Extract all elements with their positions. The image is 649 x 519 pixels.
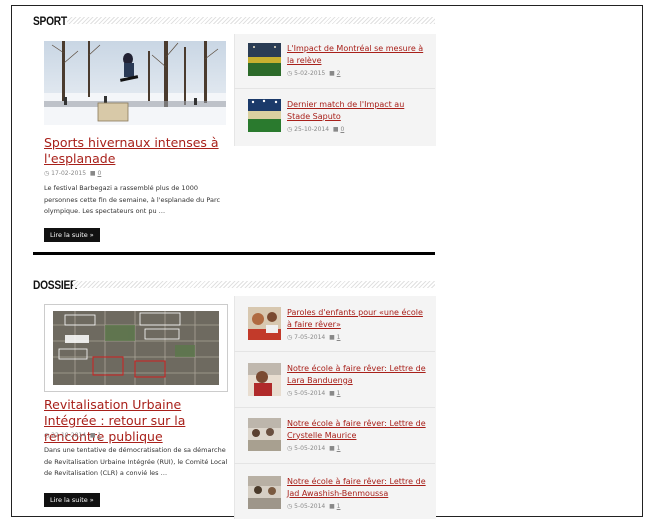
divider: [234, 407, 435, 408]
clock-icon: ◷: [44, 170, 50, 177]
section-hatch-decoration: [67, 17, 435, 24]
list-item-title[interactable]: Notre école à faire rêver: Lettre de Cry…: [287, 418, 427, 441]
section-header-dossier: DOSSIER: [33, 278, 435, 292]
list-item-title[interactable]: L'Impact de Montréal se mesure à la relè…: [287, 43, 427, 66]
thumbnail-image[interactable]: [248, 99, 281, 132]
clock-icon: ◷: [287, 445, 293, 452]
comment-bubble-icon: ■: [329, 70, 335, 77]
thumbnail-image[interactable]: [248, 476, 281, 509]
post-date: 25-10-2014: [294, 126, 330, 133]
thumbnail-image[interactable]: [248, 43, 281, 76]
post-date: 5-05-2014: [294, 390, 326, 397]
comment-bubble-icon: ■: [329, 445, 335, 452]
section-title: DOSSIER: [33, 278, 78, 292]
list-item-title[interactable]: Notre école à faire rêver: Lettre de Lar…: [287, 363, 427, 386]
comment-count-link[interactable]: 0: [97, 170, 101, 177]
list-item-meta: ◷ 5-02-2015 ■ 2: [287, 70, 340, 77]
list-item-meta: ◷ 25-10-2014 ■ 0: [287, 126, 344, 133]
read-more-button[interactable]: Lire la suite »: [44, 228, 100, 242]
list-item-meta: ◷ 5-05-2014 ■ 1: [287, 503, 340, 510]
read-more-button[interactable]: Lire la suite »: [44, 493, 100, 507]
comment-bubble-icon: ■: [89, 432, 96, 439]
clock-icon: ◷: [287, 390, 293, 397]
list-item-title[interactable]: Dernier match de l'Impact au Stade Saput…: [287, 99, 427, 122]
divider: [234, 351, 435, 352]
sport-main-excerpt: Le festival Barbegazi a rassemblé plus d…: [44, 184, 221, 215]
post-date: 17-02-2015: [51, 170, 87, 177]
clock-icon: ◷: [287, 334, 293, 341]
dossier-main-image[interactable]: [44, 304, 228, 392]
thumbnail-image[interactable]: [248, 363, 281, 396]
divider: [234, 88, 435, 89]
post-date: 5-05-2014: [294, 503, 326, 510]
comment-bubble-icon: ■: [89, 170, 96, 177]
comment-count-link[interactable]: 0: [340, 126, 344, 133]
post-date: 22-10-2014: [51, 432, 87, 439]
section-title: SPORT: [33, 14, 67, 28]
sport-main-title[interactable]: Sports hivernaux intenses à l'esplanade: [44, 135, 229, 167]
comment-count-link[interactable]: 2: [337, 70, 341, 77]
comment-bubble-icon: ■: [329, 334, 335, 341]
comment-bubble-icon: ■: [332, 126, 339, 133]
dossier-main-meta: ◷ 22-10-2014 ■ 1: [44, 432, 101, 439]
comment-count-link[interactable]: 1: [337, 503, 341, 510]
comment-count-link[interactable]: 1: [97, 432, 101, 439]
comment-count-link[interactable]: 1: [337, 390, 341, 397]
clock-icon: ◷: [287, 70, 293, 77]
sport-main-image[interactable]: [44, 41, 226, 125]
post-date: 7-05-2014: [294, 334, 326, 341]
section-divider-bar: [33, 252, 435, 255]
sport-main-meta: ◷ 17-02-2015 ■ 0: [44, 170, 101, 177]
comment-count-link[interactable]: 1: [337, 334, 341, 341]
clock-icon: ◷: [44, 432, 50, 439]
section-hatch-decoration: [73, 281, 435, 288]
dossier-main-excerpt: Dans une tentative de démocratisation de…: [44, 446, 228, 477]
comment-bubble-icon: ■: [329, 503, 335, 510]
clock-icon: ◷: [287, 126, 293, 133]
list-item-title[interactable]: Notre école à faire rêver: Lettre de Jad…: [287, 476, 427, 499]
comment-bubble-icon: ■: [329, 390, 335, 397]
list-item-meta: ◷ 5-05-2014 ■ 1: [287, 390, 340, 397]
list-item-title[interactable]: Paroles d'enfants pour «une école à fair…: [287, 307, 427, 330]
list-item-meta: ◷ 7-05-2014 ■ 1: [287, 334, 340, 341]
list-item-meta: ◷ 5-05-2014 ■ 1: [287, 445, 340, 452]
thumbnail-image[interactable]: [248, 307, 281, 340]
clock-icon: ◷: [287, 503, 293, 510]
comment-count-link[interactable]: 1: [337, 445, 341, 452]
section-header-sport: SPORT: [33, 14, 435, 28]
thumbnail-image[interactable]: [248, 418, 281, 451]
post-date: 5-05-2014: [294, 445, 326, 452]
divider: [234, 463, 435, 464]
post-date: 5-02-2015: [294, 70, 326, 77]
